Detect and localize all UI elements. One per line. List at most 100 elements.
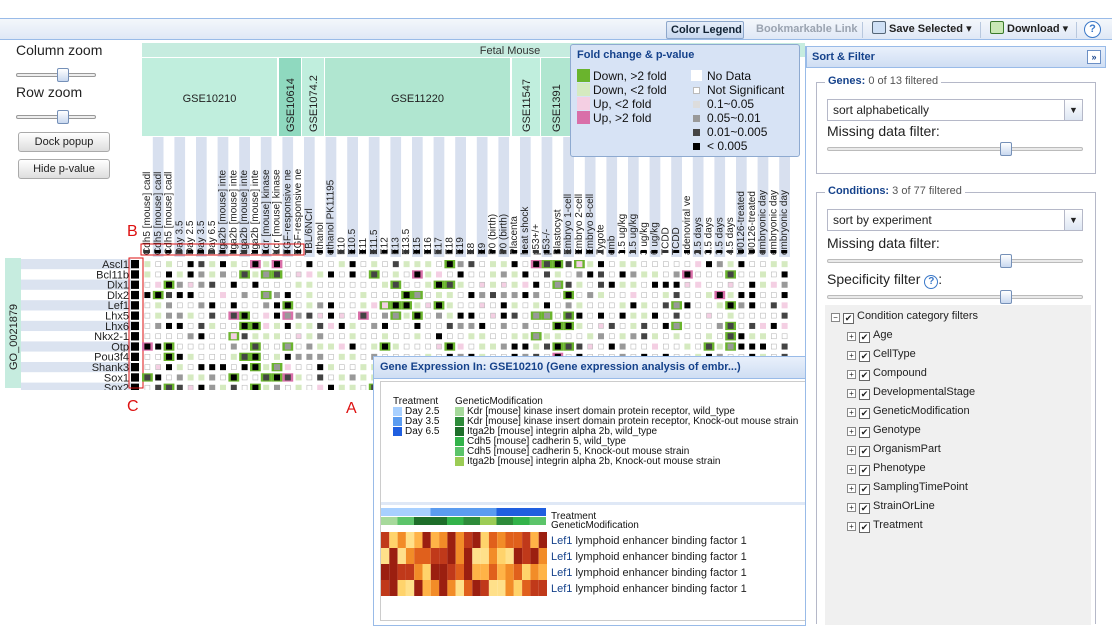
heatmap-cell[interactable]: [198, 333, 205, 340]
row-zoom-slider[interactable]: [16, 110, 96, 124]
heatmap-cell[interactable]: [371, 322, 378, 329]
condition-column-bg[interactable]: [466, 137, 477, 257]
heatmap-cell[interactable]: [263, 384, 270, 390]
heatmap-cell[interactable]: [533, 281, 540, 288]
heatmap-cell[interactable]: [533, 261, 540, 268]
heatmap-cell[interactable]: [220, 333, 226, 340]
heatmap-cell[interactable]: [144, 374, 151, 381]
expand-toggle-icon[interactable]: +: [847, 465, 856, 474]
heatmap-cell[interactable]: [781, 292, 788, 299]
heatmap-cell[interactable]: [565, 261, 572, 268]
heatmap-cell[interactable]: [360, 384, 367, 390]
condition-label[interactable]: Day 3.5: [196, 220, 207, 255]
conditions-sort-select[interactable]: sort by experiment ▼: [827, 209, 1083, 231]
condition-label[interactable]: E9: [477, 242, 488, 255]
heatmap-cell[interactable]: [187, 353, 194, 360]
heatmap-cell[interactable]: [716, 271, 723, 278]
checkbox-checked-icon[interactable]: ✔: [859, 351, 870, 362]
heatmap-cell[interactable]: [544, 302, 550, 309]
heatmap-cell[interactable]: [241, 364, 248, 371]
heatmap-cell[interactable]: [274, 312, 280, 319]
heatmap-cell[interactable]: [533, 312, 540, 319]
heatmap-cell[interactable]: [392, 333, 399, 340]
heatmap-cell[interactable]: [565, 322, 572, 329]
heatmap-cell[interactable]: [446, 322, 453, 329]
heatmap-cell[interactable]: [716, 281, 723, 288]
heatmap-cell[interactable]: [511, 281, 518, 288]
heatmap-cell[interactable]: [479, 343, 486, 350]
heatmap-cell[interactable]: [522, 292, 529, 299]
heatmap-cell[interactable]: [252, 353, 259, 360]
heatmap-cell[interactable]: [652, 261, 658, 267]
heatmap-cell[interactable]: [468, 281, 475, 288]
heatmap-cell[interactable]: [230, 302, 237, 309]
heatmap-cell[interactable]: [144, 302, 151, 309]
heatmap-cell[interactable]: [630, 312, 637, 319]
heatmap-cell[interactable]: [349, 261, 356, 268]
heatmap-cell[interactable]: [446, 261, 453, 268]
heatmap-cell[interactable]: [598, 312, 604, 319]
heatmap-cell[interactable]: [738, 343, 745, 350]
heatmap-cell[interactable]: [479, 333, 486, 340]
heatmap-cell[interactable]: [274, 384, 280, 390]
heatmap-cell[interactable]: [317, 261, 324, 267]
heatmap-cell[interactable]: [155, 354, 161, 360]
expand-toggle-icon[interactable]: +: [847, 484, 856, 493]
heatmap-cell[interactable]: [727, 261, 734, 268]
heatmap-cell[interactable]: [155, 333, 161, 340]
heatmap-cell[interactable]: [565, 343, 572, 350]
heatmap-cell[interactable]: [695, 323, 702, 329]
heatmap-cell[interactable]: [166, 343, 172, 350]
condition-label[interactable]: 1.5 ug/kg: [617, 214, 628, 255]
expand-toggle-icon[interactable]: +: [847, 427, 856, 436]
heatmap-cell[interactable]: [770, 281, 777, 288]
slider-thumb[interactable]: [1000, 290, 1012, 304]
heatmap-cell[interactable]: [187, 292, 194, 299]
heatmap-cell[interactable]: [576, 271, 583, 278]
heatmap-cell[interactable]: [328, 302, 334, 309]
heatmap-cell[interactable]: [392, 343, 399, 350]
heatmap-cell[interactable]: [425, 302, 432, 309]
heatmap-cell[interactable]: [436, 323, 442, 329]
heatmap-cell[interactable]: [706, 312, 712, 319]
heatmap-cell[interactable]: [382, 333, 388, 340]
heatmap-cell[interactable]: [457, 261, 464, 268]
heatmap-cell[interactable]: [608, 333, 615, 340]
heatmap-cell[interactable]: [155, 364, 161, 370]
heatmap-cell[interactable]: [144, 312, 151, 319]
heatmap-cell[interactable]: [295, 353, 302, 360]
heatmap-cell[interactable]: [317, 353, 324, 360]
heatmap-cell[interactable]: [403, 323, 410, 329]
heatmap-cell[interactable]: [652, 281, 658, 288]
heatmap-cell[interactable]: [619, 333, 626, 340]
heatmap-cell[interactable]: [284, 353, 291, 360]
gene-symbol-link[interactable]: Lef1: [551, 535, 572, 547]
heatmap-cell[interactable]: [706, 343, 712, 350]
heatmap-cell[interactable]: [727, 322, 734, 329]
heatmap-cell[interactable]: [511, 292, 518, 299]
heatmap-cell[interactable]: [598, 281, 604, 288]
heatmap-cell[interactable]: [490, 292, 496, 299]
heatmap-cell[interactable]: [684, 281, 691, 288]
heatmap-cell[interactable]: [166, 271, 172, 278]
heatmap-cell[interactable]: [425, 312, 432, 319]
heatmap-cell[interactable]: [317, 364, 324, 371]
expand-toggle-icon[interactable]: +: [847, 389, 856, 398]
heatmap-cell[interactable]: [198, 364, 205, 371]
condition-label[interactable]: Day 2.5: [185, 220, 196, 255]
heatmap-cell[interactable]: [781, 312, 788, 319]
heatmap-cell[interactable]: [652, 271, 658, 278]
gene-symbol-link[interactable]: Lef1: [551, 583, 572, 595]
heatmap-cell[interactable]: [684, 333, 691, 340]
heatmap-cell[interactable]: [166, 364, 172, 371]
heatmap-cell[interactable]: [230, 374, 237, 381]
heatmap-cell[interactable]: [295, 281, 302, 288]
tree-item-strainorline[interactable]: + ✔ StrainOrLine: [847, 500, 935, 514]
heatmap-cell[interactable]: [436, 312, 442, 319]
heatmap-cell[interactable]: [727, 302, 734, 309]
heatmap-cell[interactable]: [781, 333, 788, 340]
heatmap-cell[interactable]: [382, 261, 388, 267]
heatmap-cell[interactable]: [360, 292, 367, 299]
heatmap-cell[interactable]: [522, 343, 529, 350]
heatmap-cell[interactable]: [252, 384, 259, 390]
